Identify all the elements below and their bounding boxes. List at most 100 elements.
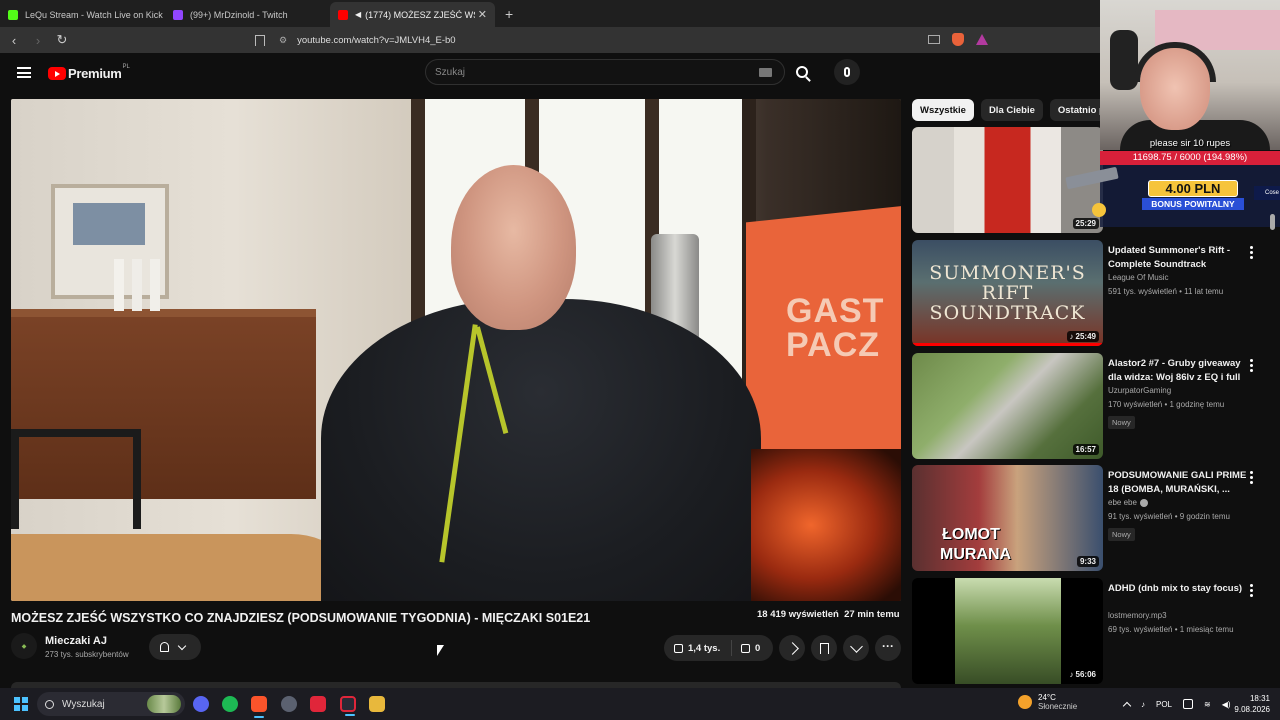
twitch-favicon-icon: [173, 9, 183, 20]
video-scene-chair: [11, 429, 141, 529]
recommendation-channel[interactable]: lostmemory.mp3: [1108, 611, 1167, 620]
download-button[interactable]: [843, 635, 869, 661]
microphone-icon[interactable]: ♪: [1141, 700, 1145, 709]
weather-widget[interactable]: 24°C Słonecznie: [1018, 693, 1077, 711]
video-thumbnail[interactable]: ♪ 56:06: [912, 578, 1103, 684]
recommendation-item[interactable]: ♪ 56:06 ADHD (dnb mix to stay focus) lost…: [912, 578, 1267, 686]
youtube-header: Premium PL Szukaj: [0, 53, 1100, 93]
discord-icon[interactable]: [193, 696, 209, 712]
taskbar-clock[interactable]: 18:31 9.08.2026: [1226, 693, 1270, 715]
weather-desc: Słonecznie: [1038, 702, 1078, 711]
scrollbar[interactable]: [1270, 214, 1275, 230]
chevron-up-icon[interactable]: [1122, 701, 1132, 711]
search-input[interactable]: Szukaj: [425, 59, 785, 85]
channel-avatar[interactable]: ◆: [11, 633, 37, 659]
video-duration: 9:33: [1076, 556, 1099, 567]
video-thumbnail[interactable]: ŁOMOT MURANA 9:33: [912, 465, 1103, 571]
more-actions-button[interactable]: ···: [875, 635, 901, 661]
voice-search-button[interactable]: [834, 59, 860, 85]
obs-icon[interactable]: [281, 696, 297, 712]
recommendation-item[interactable]: 16:57 Alastor2 #7 - Gruby giveaway dla w…: [912, 353, 1267, 461]
video-thumbnail[interactable]: 16:57: [912, 353, 1103, 459]
video-player[interactable]: GAST PACZ: [11, 99, 901, 601]
coin-icon: [1092, 203, 1106, 217]
clock-date: 9.08.2026: [1234, 705, 1270, 714]
recommendation-item[interactable]: SUMMONER'S RIFT SOUNDTRACK ♪ 25:49 Update…: [912, 240, 1267, 348]
video-thumbnail[interactable]: SUMMONER'S RIFT SOUNDTRACK ♪ 25:49: [912, 240, 1103, 346]
brave-rewards-icon[interactable]: [976, 34, 988, 45]
view-count: 18 419 wyświetleń 27 min temu: [757, 609, 900, 620]
close-tab-icon[interactable]: ✕: [478, 8, 487, 21]
new-tab-button[interactable]: +: [495, 2, 523, 27]
screen: LeQu Stream - Watch Live on Kick (99+) M…: [0, 0, 1280, 720]
microphone-icon: [844, 67, 850, 77]
tab-twitch[interactable]: (99+) MrDzinold - Twitch: [165, 2, 330, 27]
bookmark-icon: [819, 642, 829, 654]
share-button[interactable]: [779, 635, 805, 661]
notifications-button[interactable]: [149, 634, 201, 660]
like-dislike-group: 1,4 tys. 0: [664, 635, 773, 661]
search-button[interactable]: [787, 59, 817, 85]
forward-button[interactable]: ›: [28, 33, 48, 48]
network-icon[interactable]: ≋: [1204, 700, 1211, 709]
recommendation-channel[interactable]: ebe ebe: [1108, 498, 1148, 507]
bonus-amount: 4.00 PLN: [1148, 180, 1238, 197]
like-count: 1,4 tys.: [688, 642, 721, 654]
video-duration: ♪ 25:49: [1066, 331, 1099, 342]
thumbs-down-icon: [741, 643, 750, 653]
recommendation-title[interactable]: Alastor2 #7 - Gruby giveaway dla widza: …: [1108, 357, 1248, 385]
windows-start-icon[interactable]: [14, 697, 28, 711]
recommendation-title[interactable]: PODSUMOWANIE GALI PRIME 18 (BOMBA, MURAŃ…: [1108, 469, 1248, 496]
save-button[interactable]: [811, 635, 837, 661]
spotify-icon[interactable]: [222, 696, 238, 712]
language-indicator[interactable]: POL: [1156, 700, 1172, 709]
tab-youtube[interactable]: ◀ (1774) MOŻESZ ZJEŚĆ WSZYSTKO CO ZNAJDZ…: [330, 2, 495, 27]
back-button[interactable]: ‹: [4, 33, 24, 48]
chip-for-you[interactable]: Dla Ciebie: [980, 99, 1043, 121]
menu-icon[interactable]: [17, 67, 31, 78]
recommendation-title[interactable]: Updated Summoner's Rift - Complete Sound…: [1108, 244, 1248, 271]
search-highlight-image: [147, 695, 181, 713]
recommendation-item[interactable]: ŁOMOT MURANA 9:33 PODSUMOWANIE GALI PRIM…: [912, 465, 1267, 573]
chip-all[interactable]: Wszystkie: [912, 99, 974, 121]
search-icon: [796, 66, 808, 78]
app-red-icon[interactable]: [310, 696, 326, 712]
recommendation-chips: Wszystkie Dla Ciebie Ostatnio prz: [912, 99, 1122, 121]
more-options-icon[interactable]: [1250, 471, 1254, 486]
video-scene-fire: [751, 449, 901, 601]
recommendation-meta: 170 wyświetleń • 1 godzinę temu: [1108, 400, 1225, 409]
brave-shield-icon[interactable]: [952, 33, 964, 46]
more-options-icon[interactable]: [1250, 359, 1254, 374]
bookmark-icon[interactable]: [255, 34, 265, 46]
search-placeholder: Szukaj: [435, 66, 466, 78]
donation-message: please sir 10 rupes: [1149, 138, 1231, 149]
like-button[interactable]: 1,4 tys.: [664, 640, 732, 656]
system-tray: ♪ POL ≋ ◀): [1122, 688, 1231, 720]
video-person-head: [451, 165, 576, 330]
more-options-icon[interactable]: [1250, 584, 1254, 599]
weather-temp: 24°C: [1038, 693, 1056, 702]
new-badge: Nowy: [1108, 528, 1135, 541]
dislike-button[interactable]: 0: [732, 643, 760, 654]
app-yellow-icon[interactable]: [369, 696, 385, 712]
taskbar-search[interactable]: Wyszukaj: [37, 692, 185, 716]
recommendation-channel[interactable]: League Of Music: [1108, 273, 1168, 282]
brave-browser-icon[interactable]: [251, 696, 267, 718]
recommendation-title[interactable]: ADHD (dnb mix to stay focus): [1108, 582, 1248, 596]
youtube-play-icon: [48, 67, 66, 80]
url-field[interactable]: ⚙ youtube.com/watch?v=JMLVH4_E-b0: [255, 30, 895, 50]
display-icon[interactable]: [1183, 699, 1194, 709]
tab-kick[interactable]: LeQu Stream - Watch Live on Kick: [0, 2, 165, 27]
logo-text: Premium: [68, 66, 122, 81]
cast-icon[interactable]: [928, 35, 940, 44]
reload-button[interactable]: ↻: [52, 32, 72, 48]
recommendation-channel[interactable]: UzurpatorGaming: [1108, 386, 1171, 395]
app-x-icon[interactable]: [340, 696, 356, 716]
channel-name[interactable]: Mieczaki AJ: [45, 635, 107, 647]
youtube-logo[interactable]: Premium PL: [48, 64, 130, 81]
keyboard-icon[interactable]: [759, 68, 772, 77]
windows-taskbar: Wyszukaj 24°C Słonecznie ♪ POL ≋ ◀) 18:3…: [0, 688, 1280, 720]
site-settings-icon[interactable]: ⚙: [279, 35, 287, 46]
more-options-icon[interactable]: [1250, 246, 1254, 261]
recommendation-meta: 69 tys. wyświetleń • 1 miesiąc temu: [1108, 625, 1234, 634]
